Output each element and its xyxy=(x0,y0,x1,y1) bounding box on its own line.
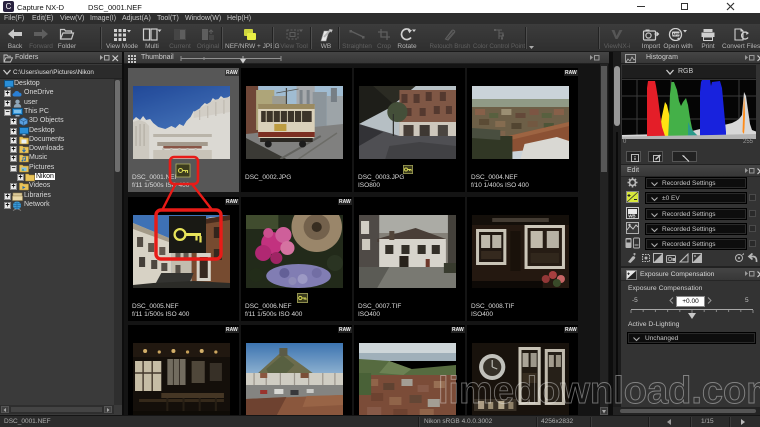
svg-text:WB: WB xyxy=(628,213,636,218)
svg-text:APP: APP xyxy=(672,33,680,37)
